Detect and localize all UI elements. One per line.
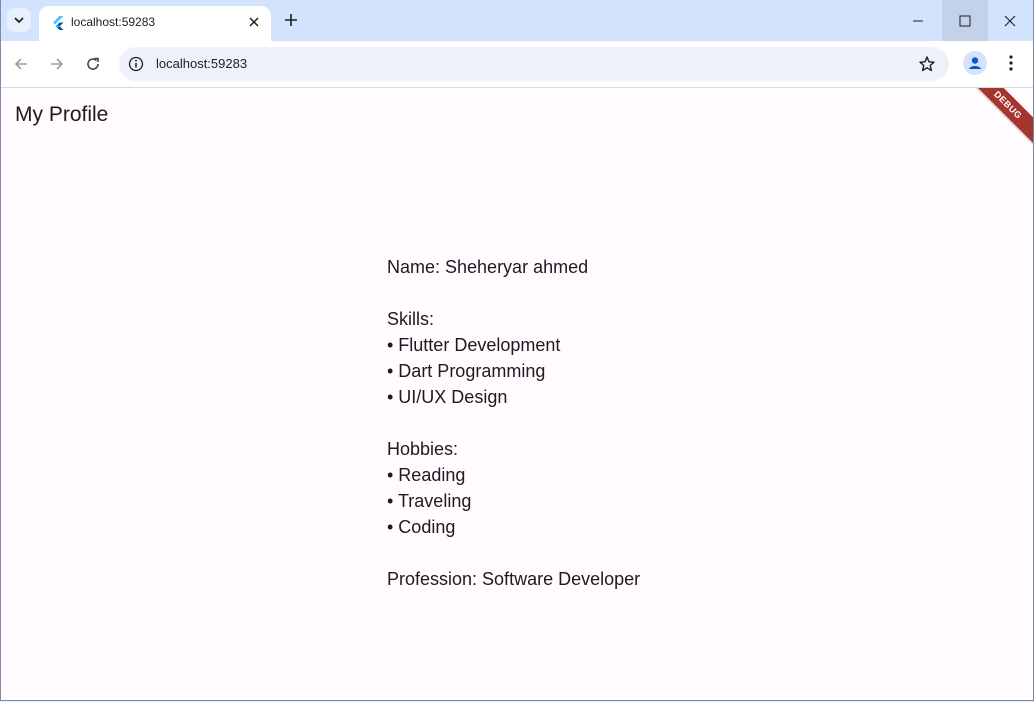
- bookmark-star-icon: [919, 56, 935, 72]
- forward-button[interactable]: [45, 52, 69, 76]
- address-bar[interactable]: localhost:59283: [119, 47, 949, 81]
- back-icon: [14, 58, 27, 70]
- forward-icon: [51, 58, 64, 70]
- maximize-button[interactable]: [942, 0, 988, 41]
- profession-line: Profession: Software Developer: [387, 569, 641, 589]
- url-text[interactable]: localhost:59283: [156, 56, 247, 71]
- tab-strip: localhost:59283: [1, 0, 1033, 41]
- bookmark-button[interactable]: [917, 54, 937, 74]
- hobbies-heading: Hobbies:: [387, 439, 459, 459]
- back-button[interactable]: [9, 52, 33, 76]
- flutter-favicon-icon: [53, 16, 64, 30]
- tab-search-button[interactable]: [7, 8, 31, 32]
- skill-item: • Dart Programming: [387, 361, 546, 381]
- hobby-item: • Traveling: [387, 491, 472, 511]
- reload-icon: [87, 57, 99, 70]
- tab-close-button[interactable]: [245, 13, 263, 31]
- browser-window: localhost:59283 localhost:59283 My Profi…: [0, 0, 1034, 701]
- browser-tab[interactable]: localhost:59283: [39, 6, 271, 41]
- tab-close-icon: [249, 17, 259, 27]
- kebab-menu-icon: [1009, 55, 1013, 71]
- skill-item: • UI/UX Design: [387, 387, 508, 407]
- new-tab-button[interactable]: [281, 10, 301, 30]
- maximize-icon: [959, 15, 971, 26]
- tab-search-icon: [14, 17, 24, 24]
- tab-title: localhost:59283: [71, 15, 156, 29]
- debug-banner: DEBUG: [959, 88, 1033, 154]
- reload-button[interactable]: [81, 52, 105, 76]
- profile-details: Name: Sheheryar ahmed Skills: • Flutter …: [387, 254, 640, 592]
- profile-icon: [969, 57, 981, 69]
- hobby-item: • Reading: [387, 465, 466, 485]
- browser-menu-button[interactable]: [999, 51, 1023, 75]
- app-page: My Profile DEBUG Name: Sheheryar ahmed S…: [1, 88, 1033, 700]
- new-tab-icon: [285, 14, 297, 26]
- page-title: My Profile: [15, 103, 109, 126]
- window-close-icon: [1004, 15, 1016, 26]
- hobby-item: • Coding: [387, 517, 456, 537]
- profile-button[interactable]: [963, 51, 987, 75]
- site-info-button[interactable]: [127, 55, 145, 73]
- minimize-icon: [913, 20, 923, 21]
- name-line: Name: Sheheryar ahmed: [387, 257, 589, 277]
- minimize-button[interactable]: [895, 0, 941, 41]
- window-close-button[interactable]: [987, 0, 1033, 41]
- skill-item: • Flutter Development: [387, 335, 561, 355]
- site-info-icon: [128, 56, 144, 72]
- skills-heading: Skills:: [387, 309, 435, 329]
- browser-toolbar: localhost:59283: [1, 41, 1033, 88]
